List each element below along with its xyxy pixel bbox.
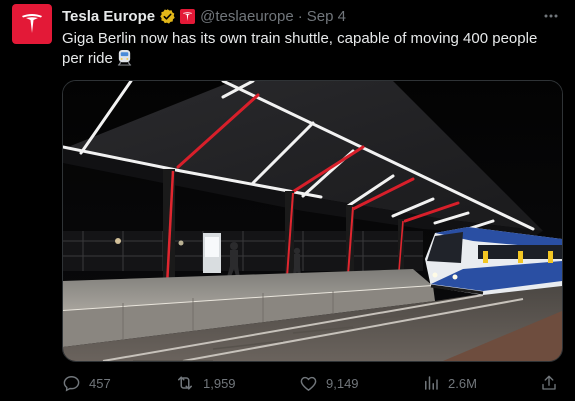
retweet-icon <box>178 376 192 390</box>
more-icon[interactable] <box>541 6 561 26</box>
share-icon <box>542 375 556 390</box>
like-count: 9,149 <box>326 375 359 391</box>
tesla-affiliate-icon[interactable] <box>180 8 196 24</box>
share-button[interactable] <box>540 372 558 394</box>
reply-count: 457 <box>89 375 111 391</box>
tweet-header: Tesla Europe @teslaeurope · Sep 4 <box>62 6 563 26</box>
reply-icon <box>63 375 80 391</box>
views-count: 2.6M <box>448 375 477 391</box>
avatar[interactable] <box>12 4 52 44</box>
heart-icon <box>300 376 317 391</box>
train-station-photo <box>63 81 562 361</box>
like-button[interactable]: 9,149 <box>299 372 359 394</box>
tweet-media-image[interactable] <box>62 80 563 362</box>
views-button[interactable]: 2.6M <box>422 372 477 394</box>
tweet-date[interactable]: Sep 4 <box>307 8 346 25</box>
separator: · <box>297 7 303 25</box>
retweet-button[interactable]: 1,959 <box>175 372 236 394</box>
tweet-text: Giga Berlin now has its own train shuttl… <box>62 29 562 72</box>
author-handle[interactable]: @teslaeurope <box>200 8 294 25</box>
retweet-count: 1,959 <box>203 375 236 391</box>
tweet-body: Giga Berlin now has its own train shuttl… <box>62 30 538 67</box>
views-icon <box>425 376 438 390</box>
train-emoji-icon <box>116 49 133 72</box>
tesla-logo-icon <box>22 14 42 33</box>
verified-badge-icon[interactable] <box>159 8 176 25</box>
reply-button[interactable]: 457 <box>62 372 111 394</box>
author-name[interactable]: Tesla Europe <box>62 8 155 25</box>
tweet-actions: 457 1,959 9,149 2.6M <box>62 372 562 394</box>
